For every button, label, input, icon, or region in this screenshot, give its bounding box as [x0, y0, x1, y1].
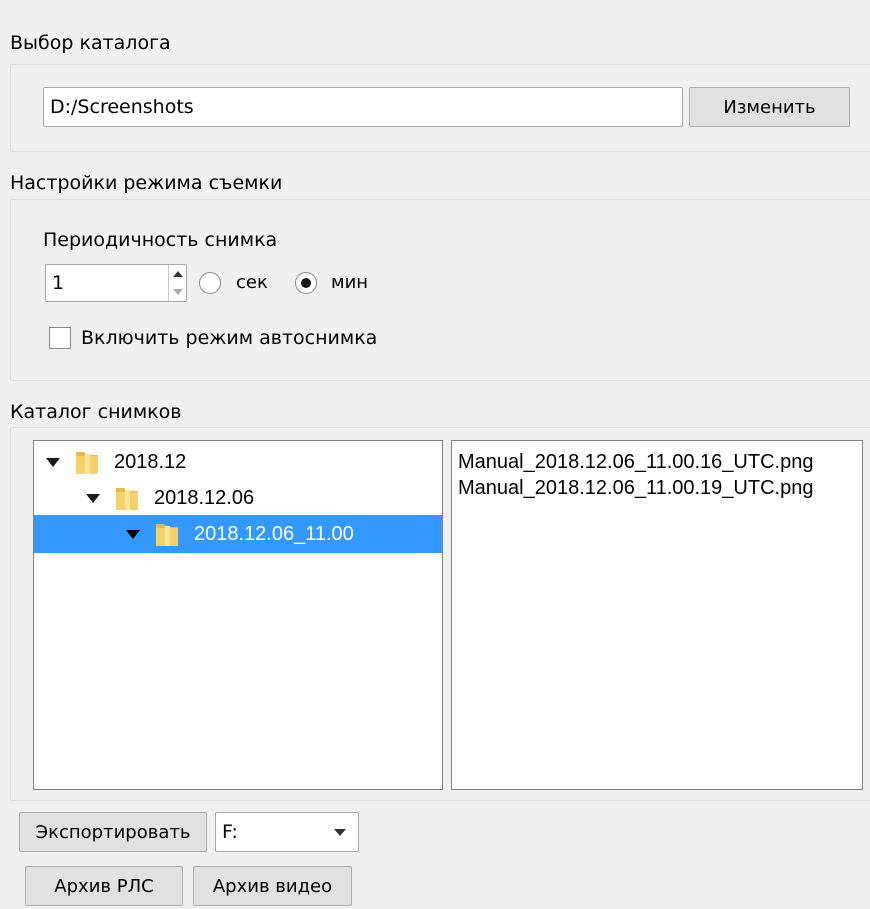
tree-item-label: 2018.12: [114, 450, 187, 473]
unit-min-radio[interactable]: [295, 272, 317, 294]
autoshot-label: Включить режим автоснимка: [81, 327, 378, 349]
file-list[interactable]: Manual_2018.12.06_11.00.16_UTC.png Manua…: [451, 440, 863, 790]
expand-arrow-icon[interactable]: [126, 529, 140, 539]
tree-item-2018-12[interactable]: 2018.12: [34, 443, 442, 481]
expand-arrow-icon[interactable]: [46, 457, 60, 467]
video-archive-button-label: Архив видео: [212, 875, 333, 897]
tree-item-2018-12-06-11-00[interactable]: 2018.12.06_11.00: [34, 515, 442, 553]
folder-icon: [116, 488, 138, 510]
unit-min-label: мин: [331, 272, 369, 293]
tree-item-label: 2018.12.06: [154, 486, 255, 509]
radio-selected-dot: [301, 278, 311, 288]
expand-arrow-icon[interactable]: [86, 493, 100, 503]
catalog-path-value: D:/Screenshots: [50, 96, 194, 118]
period-spin-buttons: [168, 265, 186, 301]
period-value: 1: [52, 272, 65, 294]
dropdown-arrow-icon: [334, 828, 346, 836]
file-list-item[interactable]: Manual_2018.12.06_11.00.16_UTC.png: [452, 449, 862, 475]
drive-select-value: F:: [222, 821, 238, 843]
tree-item-2018-12-06[interactable]: 2018.12.06: [34, 479, 442, 517]
shots-catalog-group: 2018.12 2018.12.06 2018.12.06_11.00 Manu…: [10, 427, 870, 801]
tree-item-label: 2018.12.06_11.00: [194, 522, 354, 545]
spin-up-arrow-icon[interactable]: [169, 265, 186, 283]
unit-sec-radio[interactable]: [199, 272, 221, 294]
period-spinbox[interactable]: 1: [45, 264, 187, 302]
change-catalog-button-label: Изменить: [723, 96, 816, 118]
folder-icon: [76, 452, 98, 474]
shots-catalog-label: Каталог снимков: [10, 401, 182, 423]
file-list-item[interactable]: Manual_2018.12.06_11.00.19_UTC.png: [452, 475, 862, 501]
period-label: Периодичность снимка: [43, 229, 278, 251]
drive-select[interactable]: F:: [215, 812, 359, 852]
export-button[interactable]: Экспортировать: [19, 812, 207, 852]
folder-icon: [156, 524, 178, 546]
radar-archive-button-label: Архив РЛС: [54, 875, 154, 897]
autoshot-checkbox[interactable]: [49, 327, 71, 349]
unit-sec-label: сек: [236, 272, 268, 293]
export-button-label: Экспортировать: [35, 821, 191, 843]
change-catalog-button[interactable]: Изменить: [689, 87, 850, 127]
catalog-path-input[interactable]: D:/Screenshots: [43, 87, 683, 127]
spin-down-arrow-icon[interactable]: [169, 283, 186, 301]
catalog-select-group: D:/Screenshots Изменить: [10, 64, 870, 152]
video-archive-button[interactable]: Архив видео: [193, 866, 352, 906]
capture-settings-group: Периодичность снимка 1 сек мин Включить …: [10, 199, 870, 381]
capture-settings-label: Настройки режима съемки: [10, 172, 283, 194]
catalog-select-label: Выбор каталога: [10, 32, 171, 54]
radar-archive-button[interactable]: Архив РЛС: [25, 866, 183, 906]
folder-tree[interactable]: 2018.12 2018.12.06 2018.12.06_11.00: [33, 440, 443, 790]
